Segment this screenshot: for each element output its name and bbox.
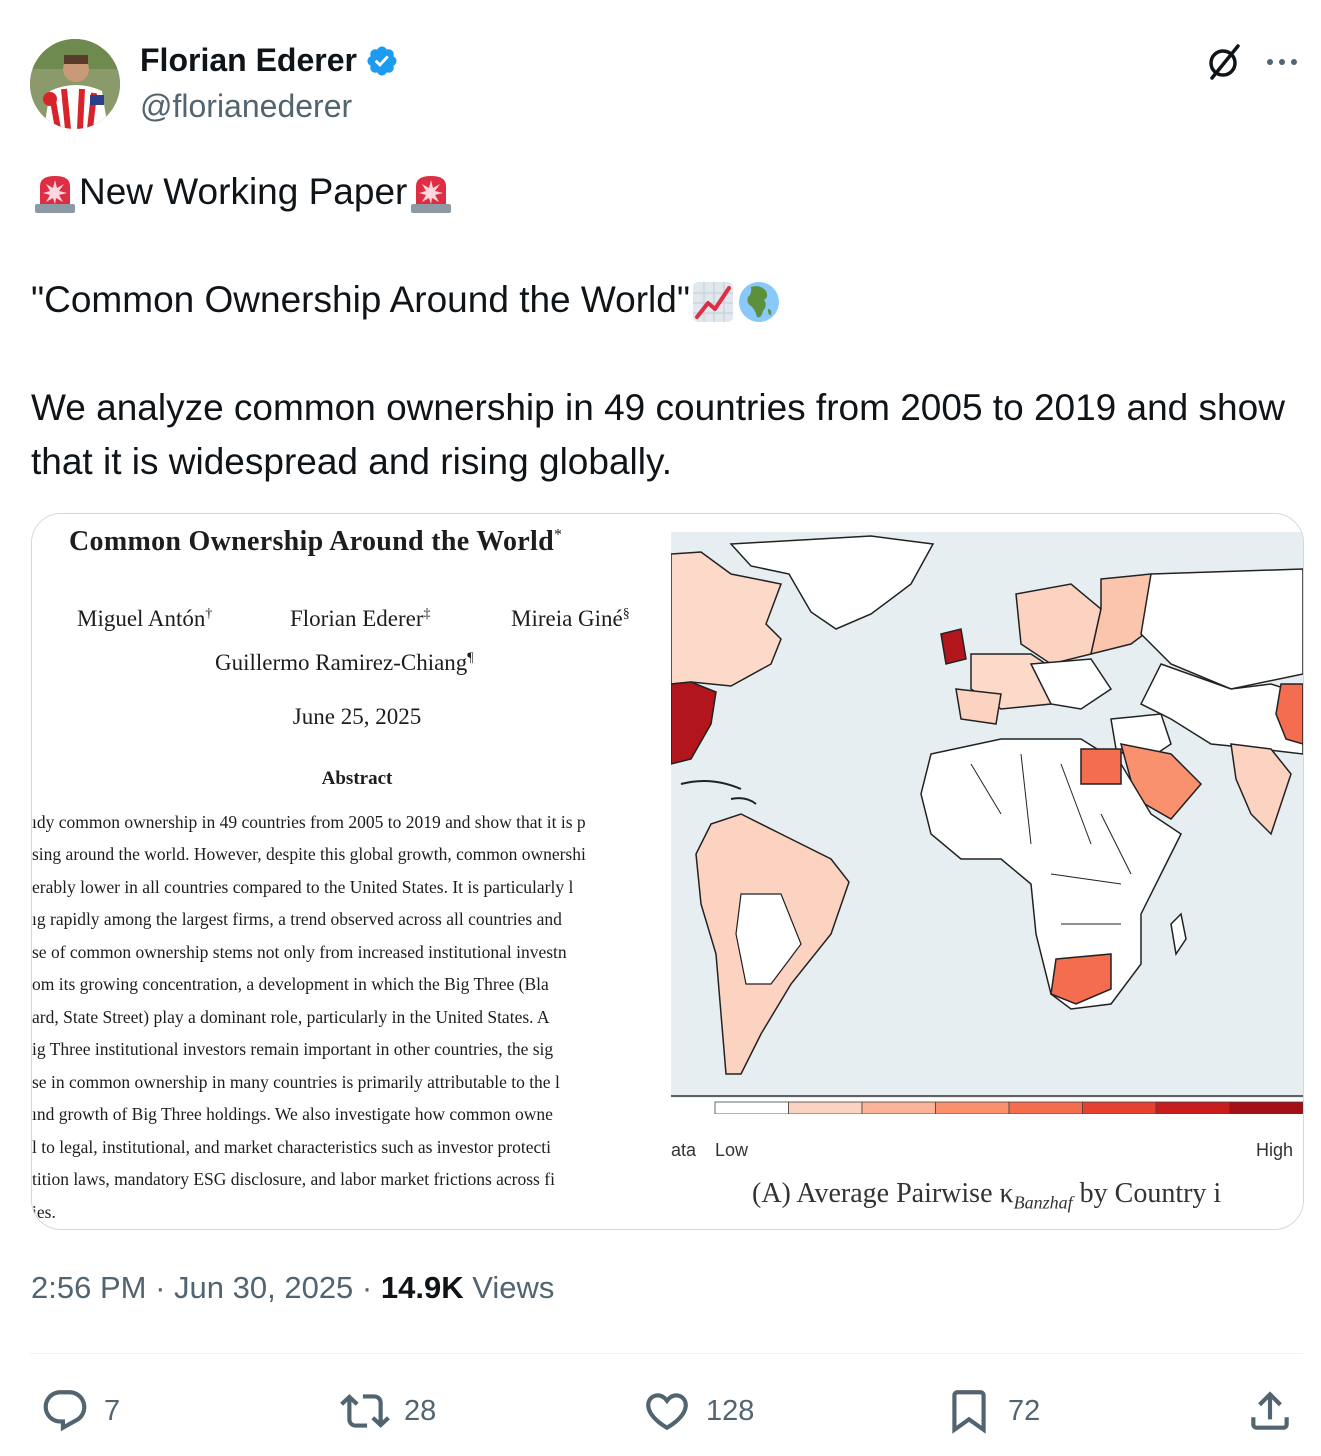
abstract-line: tition laws, mandatory ESG disclosure, a… bbox=[32, 1169, 555, 1189]
map-caption: (A) Average Pairwise κBanzhaf by Country… bbox=[752, 1178, 1222, 1213]
rotating-light-emoji bbox=[411, 176, 452, 214]
paper-author: Mireia Giné§ bbox=[511, 606, 630, 631]
more-icon[interactable] bbox=[1262, 48, 1302, 76]
rotating-light-emoji bbox=[35, 176, 75, 214]
tweet-meta: 2:56 PM · Jun 30, 2025 · 14.9K Views bbox=[31, 1270, 555, 1305]
legend-swatch bbox=[1008, 1101, 1083, 1115]
repost-count: 28 bbox=[404, 1394, 437, 1427]
paper-first-page: Common Ownership Around the World* Migue… bbox=[32, 514, 669, 1229]
bookmark-icon bbox=[952, 1390, 986, 1434]
legend-swatch bbox=[1155, 1101, 1230, 1115]
legend-swatch bbox=[714, 1101, 789, 1115]
abstract-line: ıg rapidly among the largest firms, a tr… bbox=[32, 909, 562, 929]
abstract-line: l to legal, institutional, and market ch… bbox=[32, 1137, 552, 1157]
abstract-line: om its growing concentration, a developm… bbox=[32, 974, 549, 994]
share-icon bbox=[1251, 1391, 1289, 1430]
bookmark-count: 72 bbox=[1008, 1394, 1041, 1427]
egypt bbox=[1080, 748, 1122, 785]
share-button[interactable] bbox=[1245, 1386, 1295, 1436]
legend-swatch bbox=[861, 1101, 936, 1115]
repost-button[interactable]: 28 bbox=[340, 1386, 436, 1436]
tweet-time[interactable]: 2:56 PM bbox=[31, 1270, 146, 1305]
like-count: 128 bbox=[706, 1394, 755, 1427]
paper-date: June 25, 2025 bbox=[292, 704, 422, 729]
abstract-line: erably lower in all countries compared t… bbox=[32, 877, 574, 897]
legend-high-label: High bbox=[1256, 1140, 1294, 1160]
heart-icon bbox=[646, 1393, 688, 1431]
like-button[interactable]: 128 bbox=[642, 1386, 754, 1436]
globe-africa-emoji bbox=[739, 282, 779, 323]
abstract-line: ard, State Street) play a dominant role,… bbox=[32, 1007, 550, 1027]
world-map-panel: ata Low High (A) Average Pairwise κBanzh… bbox=[671, 514, 1303, 1229]
tweet-line-1: New Working Paper bbox=[31, 165, 1291, 219]
grok-icon[interactable] bbox=[1204, 42, 1244, 82]
ireland-uk bbox=[940, 628, 967, 665]
avatar[interactable] bbox=[30, 39, 120, 129]
paper-author: Florian Ederer‡ bbox=[290, 606, 431, 631]
paper-author: Miguel Antón† bbox=[77, 606, 213, 631]
views-count: 14.9K bbox=[380, 1270, 464, 1305]
legend-swatch bbox=[1229, 1101, 1303, 1115]
abstract-line: se of common ownership stems not only fr… bbox=[32, 942, 567, 962]
abstract-line: ies. bbox=[32, 1202, 56, 1222]
abstract-line: sing around the world. However, despite … bbox=[32, 844, 586, 864]
paper-title: Common Ownership Around the World* bbox=[69, 526, 563, 557]
legend-swatch bbox=[1082, 1101, 1157, 1115]
reply-icon bbox=[43, 1390, 87, 1432]
world-map bbox=[671, 532, 1303, 1115]
handle[interactable]: @florianederer bbox=[140, 88, 352, 125]
abstract-heading: Abstract bbox=[321, 768, 393, 789]
bookmark-button[interactable]: 72 bbox=[944, 1386, 1040, 1436]
legend-low-label: Low bbox=[715, 1140, 749, 1160]
legend-swatch bbox=[935, 1101, 1010, 1115]
abstract-line: ig Three institutional investors remain … bbox=[32, 1039, 554, 1059]
abstract-line: ıdy common ownership in 49 countries fro… bbox=[32, 812, 586, 832]
tweet-line-3: We analyze common ownership in 49 countr… bbox=[31, 387, 1285, 482]
repost-icon bbox=[340, 1394, 390, 1428]
verified-badge-icon[interactable] bbox=[365, 44, 399, 78]
abstract-line: ınd growth of Big Three holdings. We als… bbox=[32, 1104, 553, 1124]
author-name-row: Florian Ederer bbox=[140, 42, 399, 79]
tweet-text: New Working Paper "Common Ownership Arou… bbox=[31, 165, 1291, 489]
views-label: Views bbox=[472, 1270, 555, 1305]
reply-button[interactable]: 7 bbox=[40, 1386, 120, 1436]
tweet-date[interactable]: Jun 30, 2025 bbox=[174, 1270, 353, 1305]
legend-scale bbox=[714, 1101, 1303, 1115]
divider bbox=[30, 1353, 1303, 1354]
tweet-line-2: "Common Ownership Around the World" bbox=[31, 273, 1291, 327]
display-name[interactable]: Florian Ederer bbox=[140, 42, 357, 79]
avatar-image bbox=[30, 39, 120, 129]
chart-increasing-emoji bbox=[693, 282, 733, 323]
tweet-paper-title: "Common Ownership Around the World" bbox=[31, 279, 690, 320]
tweet-media-image[interactable]: Common Ownership Around the World* Migue… bbox=[31, 513, 1304, 1230]
paper-author: Guillermo Ramirez-Chiang¶ bbox=[215, 650, 474, 675]
abstract-line: se in common ownership in many countries… bbox=[32, 1072, 560, 1092]
reply-count: 7 bbox=[104, 1394, 121, 1427]
iberia bbox=[955, 688, 1002, 725]
legend-edge-label: ata bbox=[671, 1140, 697, 1160]
legend-swatch bbox=[788, 1101, 863, 1115]
tweet-headline: New Working Paper bbox=[79, 171, 408, 212]
